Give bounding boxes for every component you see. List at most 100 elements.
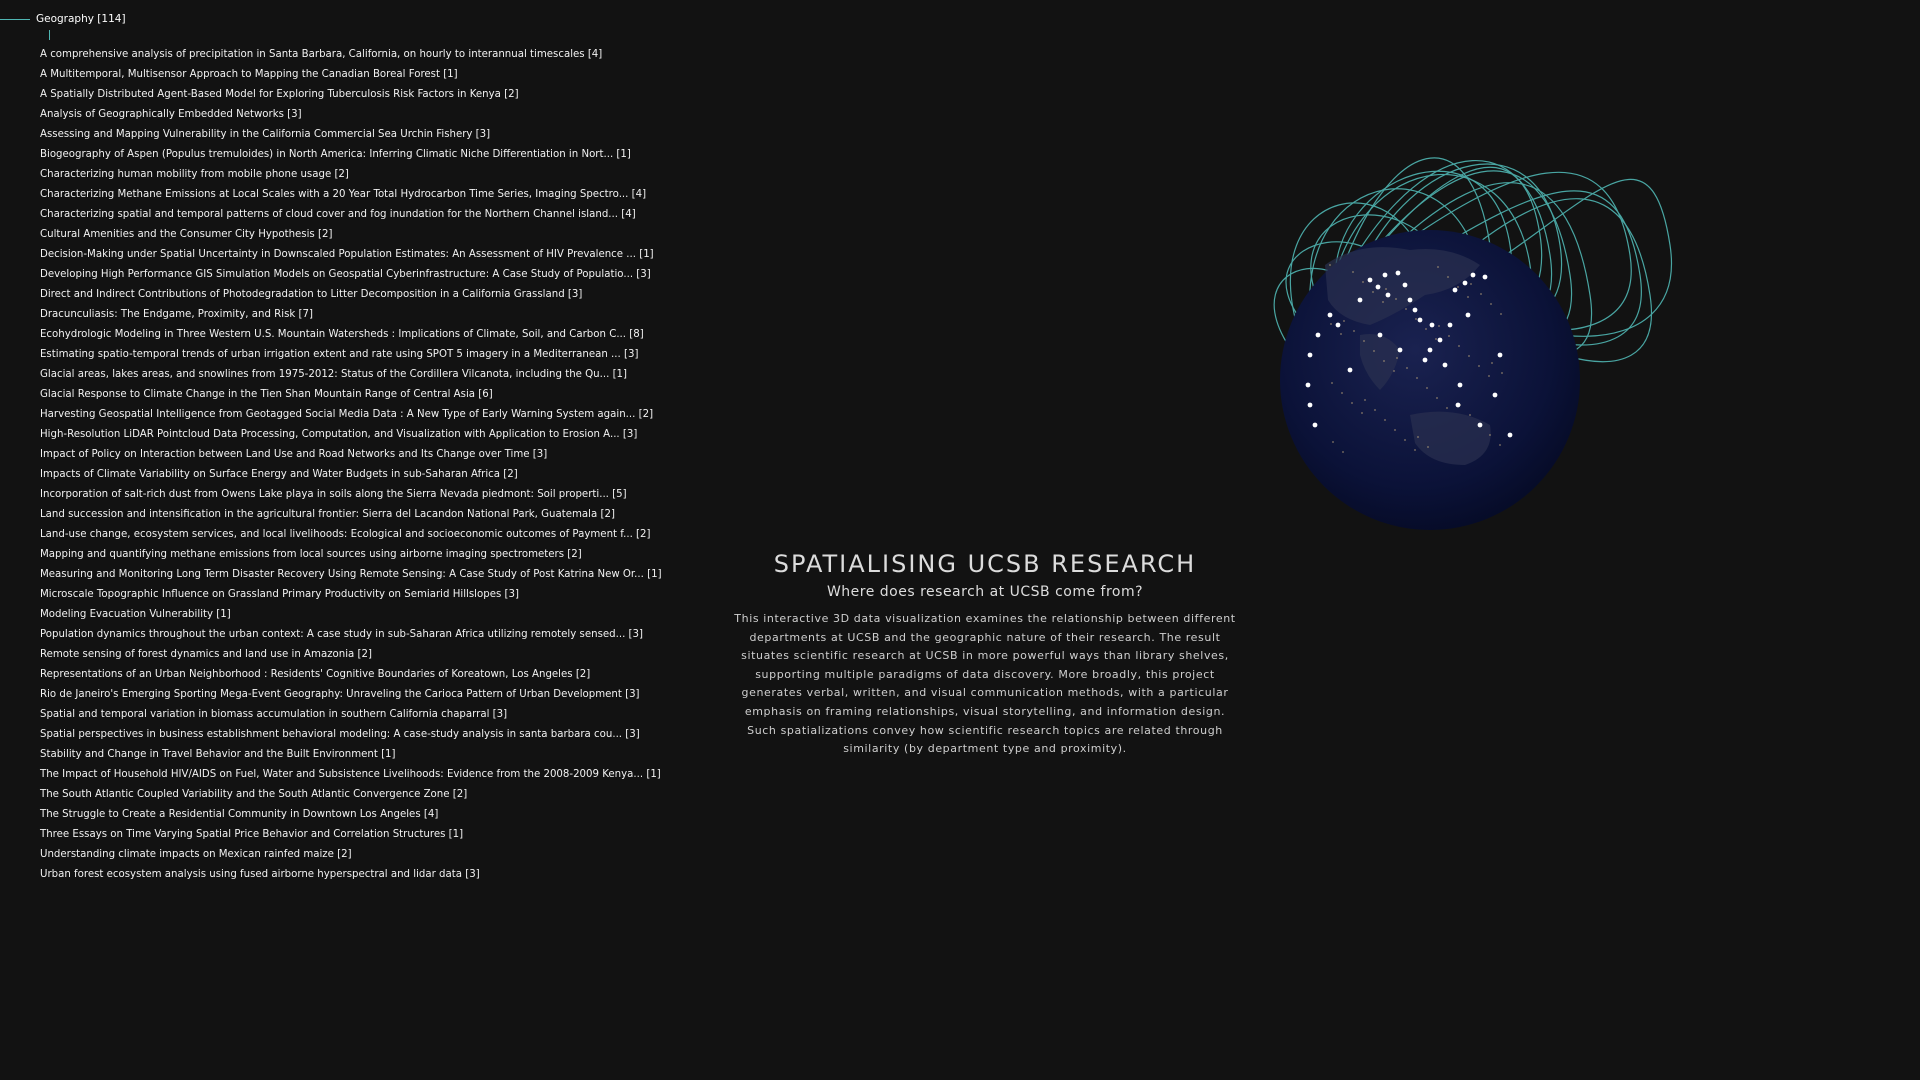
paper-list-item[interactable]: Assessing and Mapping Vulnerability in t… [40,125,662,145]
paper-list-item[interactable]: Ecohydrologic Modeling in Three Western … [40,325,662,345]
paper-list-item[interactable]: Dracunculiasis: The Endgame, Proximity, … [40,305,662,325]
city-light [1490,303,1492,305]
paper-list-item[interactable]: Developing High Performance GIS Simulati… [40,265,662,285]
paper-list-item[interactable]: Incorporation of salt-rich dust from Owe… [40,485,662,505]
tree-connector-vertical [49,30,50,40]
category-label[interactable]: Geography [114] [36,13,126,25]
paper-list-item[interactable]: Decision-Making under Spatial Uncertaint… [40,245,662,265]
city-light [1332,441,1334,443]
city-light [1414,449,1416,451]
research-point [1447,322,1453,328]
city-light [1488,375,1490,377]
page-title: SPATIALISING UCSB RESEARCH [773,550,1197,578]
city-light [1373,350,1375,352]
tree-connector-line [0,18,30,20]
paper-list-item[interactable]: Cultural Amenities and the Consumer City… [40,225,662,245]
research-point [1497,352,1503,358]
city-light [1499,444,1501,446]
city-light [1394,429,1396,431]
paper-list-item[interactable]: The Impact of Household HIV/AIDS on Fuel… [40,765,662,785]
paper-list-item[interactable]: Microscale Topographic Influence on Gras… [40,585,662,605]
paper-list-item[interactable]: Understanding climate impacts on Mexican… [40,845,662,865]
paper-list-item[interactable]: Measuring and Monitoring Long Term Disas… [40,565,662,585]
paper-list-item[interactable]: High-Resolution LiDAR Pointcloud Data Pr… [40,425,662,445]
research-point [1397,347,1403,353]
paper-list-item[interactable]: Mapping and quantifying methane emission… [40,545,662,565]
paper-list-item[interactable]: Spatial perspectives in business establi… [40,725,662,745]
paper-list-item[interactable]: A Spatially Distributed Agent-Based Mode… [40,85,662,105]
paper-list-item[interactable]: Analysis of Geographically Embedded Netw… [40,105,662,125]
city-light [1415,318,1417,320]
page-description: This interactive 3D data visualization e… [734,612,1236,756]
paper-list-item[interactable]: Impacts of Climate Variability on Surfac… [40,465,662,485]
paper-list-item[interactable]: Spatial and temporal variation in biomas… [40,705,662,725]
tree-category-header[interactable]: Geography [114] [0,11,126,27]
intro-panel: SPATIALISING UCSB RESEARCH Where does re… [730,546,1240,759]
city-light [1353,330,1355,332]
city-light [1341,392,1343,394]
city-light [1364,399,1366,401]
paper-list-item[interactable]: Three Essays on Time Varying Spatial Pri… [40,825,662,845]
page-subtitle: Where does research at UCSB come from? [826,584,1144,600]
paper-list-item[interactable]: Characterizing human mobility from mobil… [40,165,662,185]
paper-list-item[interactable]: Urban forest ecosystem analysis using fu… [40,865,662,885]
city-light [1480,293,1482,295]
paper-list-item[interactable]: Glacial Response to Climate Change in th… [40,385,662,405]
city-light [1467,296,1469,298]
paper-list-item[interactable]: A Multitemporal, Multisensor Approach to… [40,65,662,85]
city-light [1448,335,1450,337]
city-light [1363,340,1365,342]
research-point [1367,277,1373,283]
city-light [1491,362,1493,364]
city-light [1406,367,1408,369]
city-light [1457,286,1459,288]
city-light [1384,419,1386,421]
paper-list-item[interactable]: Estimating spatio-temporal trends of urb… [40,345,662,365]
paper-list-item[interactable]: The Struggle to Create a Residential Com… [40,805,662,825]
paper-list-item[interactable]: Glacial areas, lakes areas, and snowline… [40,365,662,385]
city-light [1362,281,1364,283]
paper-list-item[interactable]: Characterizing Methane Emissions at Loca… [40,185,662,205]
city-light [1340,333,1342,335]
paper-list-item[interactable]: Representations of an Urban Neighborhood… [40,665,662,685]
city-light [1343,320,1345,322]
paper-list-item[interactable]: Land succession and intensification in t… [40,505,662,525]
city-light [1458,345,1460,347]
city-light [1385,288,1387,290]
research-point [1457,382,1463,388]
city-light [1437,266,1439,268]
paper-list-item[interactable]: Rio de Janeiro's Emerging Sporting Mega-… [40,685,662,705]
paper-list-item[interactable]: A comprehensive analysis of precipitatio… [40,45,662,65]
city-light [1436,397,1438,399]
research-point [1377,332,1383,338]
research-point [1462,280,1468,286]
paper-list-item[interactable]: Population dynamics throughout the urban… [40,625,662,645]
paper-list-item[interactable]: Modeling Evacuation Vulnerability [1] [40,605,662,625]
city-light [1417,436,1419,438]
research-point [1507,432,1513,438]
paper-list-item[interactable]: Harvesting Geospatial Intelligence from … [40,405,662,425]
city-light [1330,323,1332,325]
visualization-app: Geography [114] A comprehensive analysis… [0,0,1920,1080]
city-light [1425,328,1427,330]
city-light [1331,382,1333,384]
paper-list-item[interactable]: Biogeography of Aspen (Populus tremuloid… [40,145,662,165]
paper-list-item[interactable]: Remote sensing of forest dynamics and la… [40,645,662,665]
paper-list-item[interactable]: Impact of Policy on Interaction between … [40,445,662,465]
paper-list-item[interactable]: Land-use change, ecosystem services, and… [40,525,662,545]
research-point [1422,357,1428,363]
paper-list-item[interactable]: The South Atlantic Coupled Variability a… [40,785,662,805]
paper-list-item[interactable]: Direct and Indirect Contributions of Pho… [40,285,662,305]
city-light [1374,409,1376,411]
research-point [1482,274,1488,280]
research-point [1315,332,1321,338]
research-point [1452,287,1458,293]
research-point [1417,317,1423,323]
paper-list-item[interactable]: Characterizing spatial and temporal patt… [40,205,662,225]
globe-icon[interactable] [1210,125,1680,545]
globe-visualization[interactable] [1210,125,1680,545]
paper-list-item[interactable]: Stability and Change in Travel Behavior … [40,745,662,765]
research-point [1385,292,1391,298]
research-point [1312,422,1318,428]
research-point [1465,312,1471,318]
